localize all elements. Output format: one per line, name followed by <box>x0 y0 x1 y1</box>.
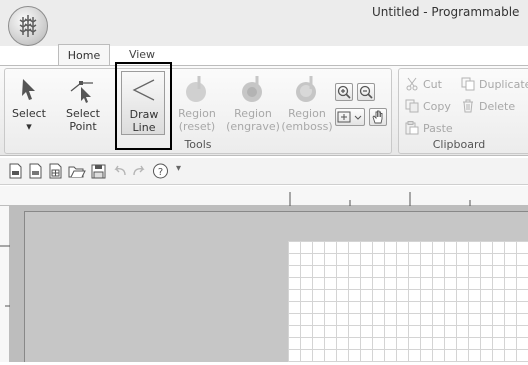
window-title: Untitled - Programmable <box>372 5 520 19</box>
zoom-in-icon <box>337 85 351 99</box>
svg-text:?: ? <box>158 167 163 178</box>
horizontal-ruler <box>0 186 528 206</box>
draw-line-label-2: Line <box>132 121 156 134</box>
vertical-ruler <box>0 206 10 362</box>
pan-button[interactable] <box>369 108 387 126</box>
select-button[interactable]: Select ▾ <box>7 71 51 133</box>
new-pattern-icon[interactable] <box>48 163 63 179</box>
copy-icon <box>405 99 419 113</box>
zoom-fit-icon <box>337 111 362 123</box>
region-reset-label-2: (reset) <box>178 120 216 133</box>
paste-icon <box>405 121 419 135</box>
region-engrave-icon <box>242 76 262 102</box>
app-logo-icon <box>19 15 37 37</box>
zoom-in-button[interactable] <box>335 83 353 101</box>
hand-icon <box>372 110 383 124</box>
select-arrow-icon <box>22 79 35 100</box>
region-emboss-icon <box>296 76 316 102</box>
select-point-icon <box>70 81 93 103</box>
draw-line-icon <box>132 79 155 101</box>
region-reset-button[interactable]: Region (reset) <box>175 71 219 133</box>
scissors-icon <box>406 77 418 91</box>
cut-button[interactable]: Cut <box>405 77 442 91</box>
zoom-out-button[interactable] <box>357 83 375 101</box>
undo-icon[interactable] <box>112 163 127 179</box>
zoom-fit-dropdown[interactable] <box>335 108 365 126</box>
region-emboss-label-2: (emboss) <box>281 120 333 133</box>
copy-button[interactable]: Copy <box>405 99 451 113</box>
select-point-label-1: Select <box>66 107 100 120</box>
new-file-icon[interactable] <box>8 163 23 179</box>
select-dropdown-icon: ▾ <box>26 120 32 133</box>
draw-line-button[interactable]: Draw Line <box>121 71 165 135</box>
customize-qat-icon[interactable]: ▾ <box>176 163 181 174</box>
help-icon[interactable]: ? <box>152 163 169 179</box>
ribbon: Select ▾ Select Point Draw Line Region (rese… <box>0 65 528 156</box>
delete-button[interactable]: Delete <box>461 99 515 113</box>
region-reset-icon <box>186 76 206 102</box>
tools-group: Select ▾ Select Point Draw Line Region (rese… <box>4 68 392 154</box>
duplicate-icon <box>461 77 475 91</box>
region-reset-label-1: Region <box>178 107 216 120</box>
save-icon[interactable] <box>91 163 106 179</box>
region-engrave-button[interactable]: Region (engrave) <box>225 71 281 133</box>
application-menu-button[interactable] <box>8 6 48 46</box>
duplicate-button[interactable]: Duplicate <box>461 77 528 91</box>
select-point-label-2: Point <box>69 120 97 133</box>
draw-line-label-1: Draw <box>129 108 159 121</box>
open-folder-icon[interactable] <box>68 163 86 179</box>
select-point-button[interactable]: Select Point <box>61 71 105 133</box>
clipboard-group-label: Clipboard <box>432 138 486 151</box>
region-engrave-label-2: (engrave) <box>226 120 280 133</box>
tab-view[interactable]: View <box>120 44 164 66</box>
region-emboss-button[interactable]: Region (emboss) <box>281 71 333 133</box>
horizontal-ruler-ticks <box>289 192 471 206</box>
region-emboss-label-1: Region <box>288 107 326 120</box>
select-button-label: Select <box>12 107 46 120</box>
redo-icon[interactable] <box>132 163 147 179</box>
tab-home[interactable]: Home <box>58 44 110 66</box>
copy-label: Copy <box>423 100 451 113</box>
delete-label: Delete <box>479 100 516 113</box>
vertical-ruler-ticks <box>0 245 10 307</box>
trash-icon <box>463 99 473 113</box>
design-grid[interactable] <box>288 241 528 362</box>
paste-label: Paste <box>423 122 453 135</box>
new-template-icon[interactable] <box>28 163 43 179</box>
duplicate-label: Duplicate <box>479 78 528 91</box>
zoom-out-icon <box>359 85 373 99</box>
clipboard-group: Cut Duplicate Copy Delete Paste Clipboar… <box>398 68 528 154</box>
cut-label: Cut <box>423 78 442 91</box>
tools-group-label: Tools <box>184 138 212 151</box>
quick-access-toolbar: ? ▾ <box>0 158 528 185</box>
region-engrave-label-1: Region <box>234 107 272 120</box>
paste-button[interactable]: Paste <box>405 121 453 135</box>
